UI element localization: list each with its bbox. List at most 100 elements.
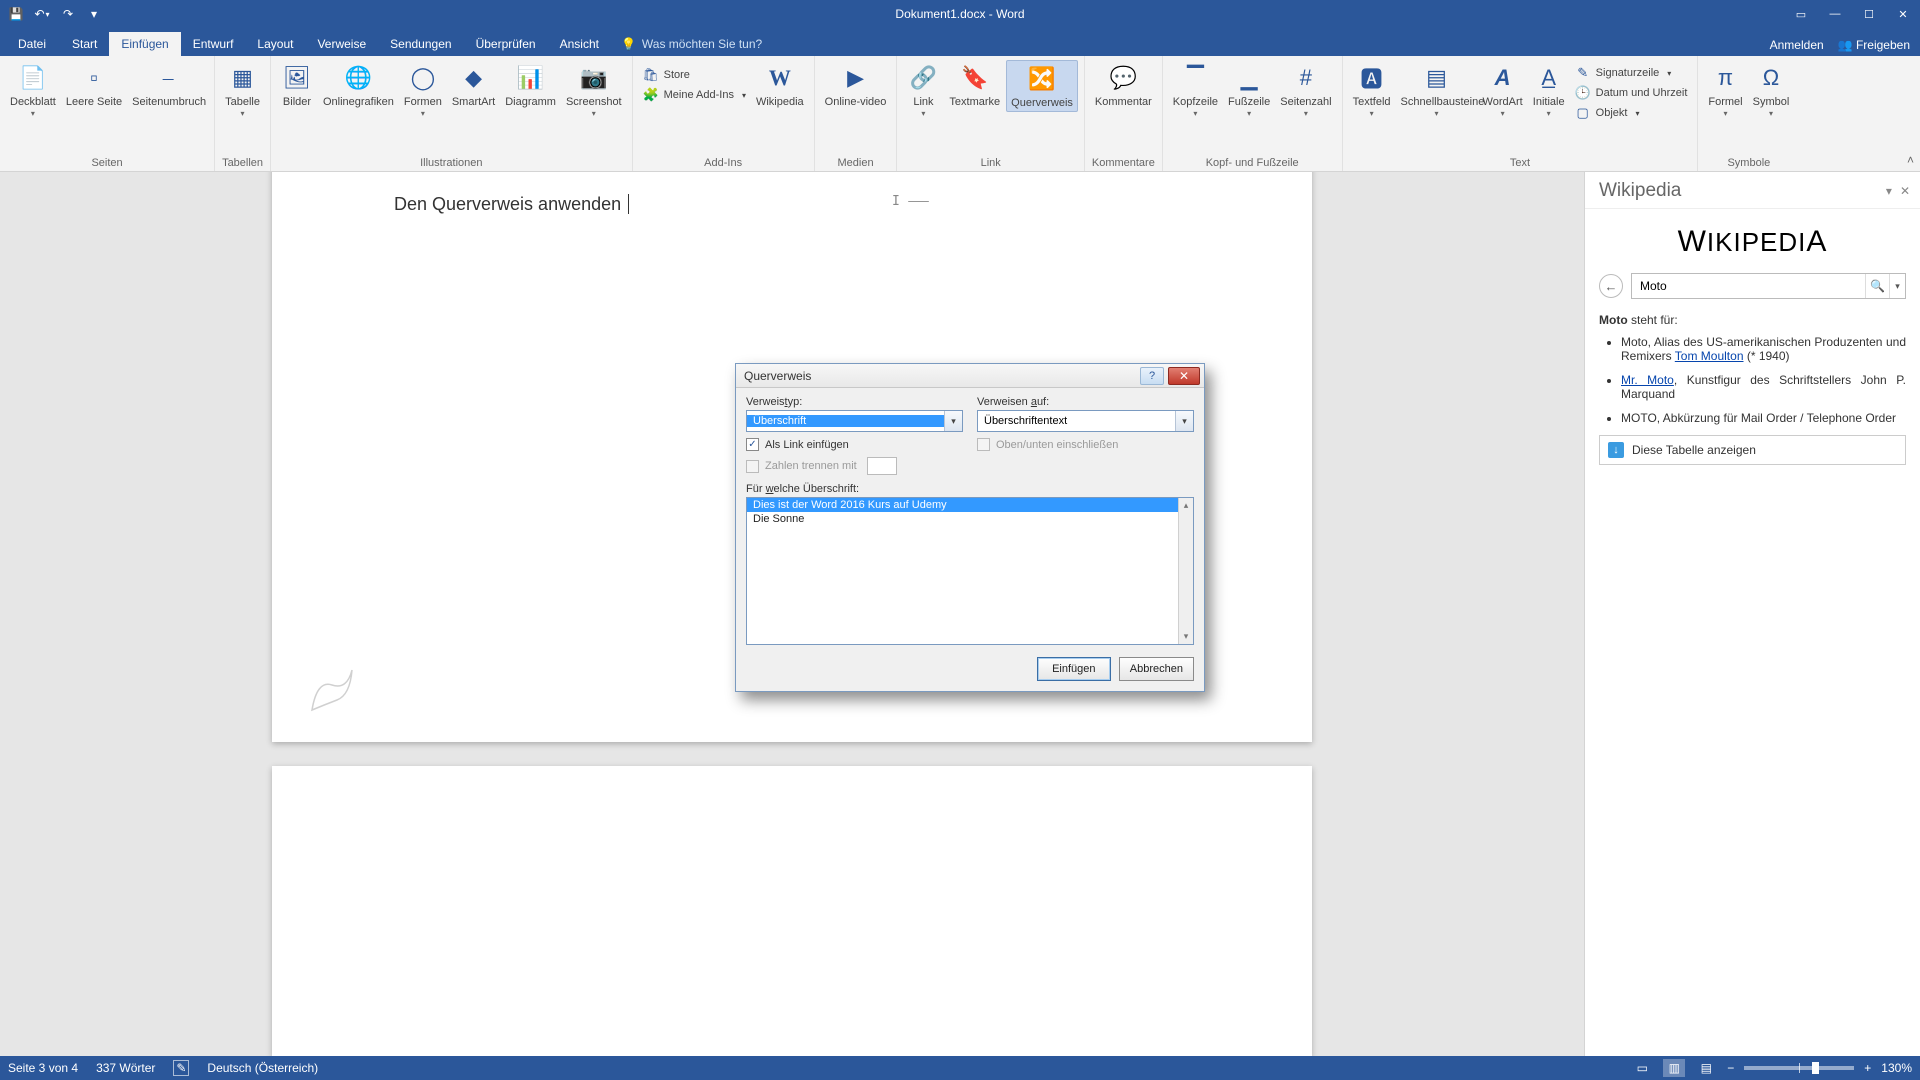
screenshot-button[interactable]: 📷Screenshot▾	[562, 60, 626, 120]
tab-layout[interactable]: Layout	[245, 32, 305, 56]
zoom-level[interactable]: 130%	[1881, 1061, 1912, 1075]
view-read-button[interactable]: ▭	[1631, 1059, 1653, 1077]
status-language[interactable]: Deutsch (Österreich)	[207, 1061, 318, 1075]
list-item[interactable]: Die Sonne	[747, 512, 1178, 526]
onlinegrafiken-button[interactable]: 🌐Onlinegrafiken	[319, 60, 398, 110]
formel-button[interactable]: πFormel▾	[1704, 60, 1746, 120]
sign-in-link[interactable]: Anmelden	[1770, 38, 1824, 52]
wordart-button[interactable]: AWordArt▾	[1479, 60, 1527, 120]
tab-sendungen[interactable]: Sendungen	[378, 32, 463, 56]
abbrechen-button[interactable]: Abbrechen	[1119, 657, 1194, 681]
crossref-icon: 🔀	[1026, 63, 1058, 95]
wiki-back-button[interactable]: ←	[1599, 274, 1623, 298]
schnellbausteine-button[interactable]: ▤Schnellbausteine▾	[1397, 60, 1477, 120]
seitenzahl-button[interactable]: #Seitenzahl▾	[1276, 60, 1335, 120]
wiki-search-input[interactable]	[1632, 274, 1865, 298]
wiki-link[interactable]: Tom Moulton	[1675, 349, 1744, 363]
initiale-button[interactable]: A̲Initiale▾	[1529, 60, 1569, 120]
maximize-button[interactable]: ☐	[1852, 0, 1886, 28]
onlinevideo-button[interactable]: ▶Online-video	[821, 60, 891, 110]
tell-me-box[interactable]: 💡 Was möchten Sie tun?	[621, 37, 762, 56]
zoom-slider[interactable]	[1744, 1066, 1854, 1070]
zoom-out-button[interactable]: −	[1727, 1061, 1734, 1075]
smartart-button[interactable]: ◆SmartArt	[448, 60, 499, 110]
objekt-button[interactable]: ▢Objekt▾	[1571, 104, 1692, 122]
view-print-button[interactable]: ▥	[1663, 1059, 1685, 1077]
bilder-button[interactable]: 🖼Bilder	[277, 60, 317, 110]
signaturzeile-button[interactable]: ✎Signaturzeile▾	[1571, 64, 1692, 82]
tab-entwurf[interactable]: Entwurf	[181, 32, 246, 56]
group-text: 🅰Textfeld▾ ▤Schnellbausteine▾ AWordArt▾ …	[1343, 56, 1699, 171]
ueberschrift-list[interactable]: Dies ist der Word 2016 Kurs auf Udemy Di…	[746, 497, 1194, 645]
textmarke-button[interactable]: 🔖Textmarke	[945, 60, 1004, 110]
minimize-icon: —	[1830, 8, 1841, 20]
kopfzeile-button[interactable]: ▔Kopfzeile▾	[1169, 60, 1222, 120]
ribbon-tab-row: Datei Start Einfügen Entwurf Layout Verw…	[0, 28, 1920, 56]
list-item[interactable]: Dies ist der Word 2016 Kurs auf Udemy	[747, 498, 1178, 512]
dialog-titlebar[interactable]: Querverweis ? ✕	[736, 364, 1204, 388]
tab-ansicht[interactable]: Ansicht	[548, 32, 611, 56]
tab-verweise[interactable]: Verweise	[305, 32, 378, 56]
datum-uhrzeit-button[interactable]: 🕒Datum und Uhrzeit	[1571, 84, 1692, 102]
kommentar-button[interactable]: 💬Kommentar	[1091, 60, 1156, 110]
store-button[interactable]: 🛍Store	[639, 66, 750, 84]
list-scrollbar[interactable]: ▴▾	[1178, 498, 1193, 644]
dialog-close-button[interactable]: ✕	[1168, 367, 1200, 385]
video-icon: ▶	[840, 62, 872, 94]
undo-button[interactable]: ↶▾	[30, 2, 54, 26]
collapse-ribbon-button[interactable]: ˄	[1907, 153, 1914, 167]
wordart-icon: A	[1487, 62, 1519, 94]
verweistyp-value: Überschrift	[747, 415, 944, 427]
save-button[interactable]: 💾	[4, 2, 28, 26]
leere-seite-button[interactable]: ▫Leere Seite	[62, 60, 126, 110]
tab-einfuegen[interactable]: Einfügen	[109, 32, 180, 56]
seitenumbruch-button[interactable]: ⎯Seitenumbruch	[128, 60, 208, 110]
wiki-result-item: Mr. Moto, Kunstfigur des Schriftstellers…	[1621, 373, 1906, 401]
share-button[interactable]: 👥 Freigeben	[1838, 38, 1910, 52]
status-page[interactable]: Seite 3 von 4	[8, 1061, 78, 1075]
tabelle-button[interactable]: ▦Tabelle▾	[221, 60, 264, 120]
wiki-show-table[interactable]: ↓ Diese Tabelle anzeigen	[1599, 435, 1906, 465]
status-words[interactable]: 337 Wörter	[96, 1061, 155, 1075]
qat-customize-button[interactable]: ▾	[82, 2, 106, 26]
wiki-search-button[interactable]: 🔍	[1865, 274, 1889, 298]
meine-addins-button[interactable]: 🧩Meine Add-Ins▾	[639, 86, 750, 104]
symbol-button[interactable]: ΩSymbol▾	[1749, 60, 1794, 120]
textfeld-button[interactable]: 🅰Textfeld▾	[1349, 60, 1395, 120]
group-addins: 🛍Store 🧩Meine Add-Ins▾ WWikipedia Add-In…	[633, 56, 815, 171]
verweistyp-select[interactable]: Überschrift ▾	[746, 410, 963, 432]
wiki-link[interactable]: Mr. Moto	[1621, 373, 1674, 387]
dialog-help-button[interactable]: ?	[1140, 367, 1164, 385]
fusszeile-button[interactable]: ▁Fußzeile▾	[1224, 60, 1274, 120]
scroll-up-icon: ▴	[1184, 500, 1189, 511]
tab-start[interactable]: Start	[60, 32, 109, 56]
wikipedia-button[interactable]: WWikipedia	[752, 60, 808, 110]
tab-ueberpruefen[interactable]: Überprüfen	[464, 32, 548, 56]
help-icon: ?	[1149, 370, 1155, 382]
redo-button[interactable]: ↷	[56, 2, 80, 26]
link-button[interactable]: 🔗Link▾	[903, 60, 943, 120]
zoom-in-button[interactable]: +	[1864, 1061, 1871, 1075]
pane-close-button[interactable]: ✕	[1900, 184, 1910, 198]
document-page[interactable]	[272, 766, 1312, 1056]
page-decoration-icon	[302, 660, 362, 720]
querverweis-button[interactable]: 🔀Querverweis	[1006, 60, 1078, 112]
diagramm-button[interactable]: 📊Diagramm	[501, 60, 560, 110]
view-web-button[interactable]: ▤	[1695, 1059, 1717, 1077]
als-link-checkbox-row[interactable]: ✓ Als Link einfügen	[746, 438, 963, 451]
wiki-search-dropdown[interactable]: ▾	[1889, 274, 1905, 298]
pane-options-button[interactable]: ▾	[1886, 184, 1892, 198]
ribbon-display-options-button[interactable]: ▭	[1784, 0, 1818, 28]
deckblatt-button[interactable]: 📄Deckblatt▾	[6, 60, 60, 120]
close-button[interactable]: ✕	[1886, 0, 1920, 28]
page-break-icon: ⎯	[152, 62, 184, 94]
verweisauf-select[interactable]: Überschriftentext ▾	[977, 410, 1194, 432]
window-title: Dokument1.docx - Word	[895, 7, 1024, 21]
formen-button[interactable]: ◯Formen▾	[400, 60, 446, 120]
einfuegen-button[interactable]: Einfügen	[1037, 657, 1111, 681]
tab-file[interactable]: Datei	[4, 32, 60, 56]
spellcheck-icon[interactable]: ✎	[173, 1060, 189, 1076]
share-icon: 👥	[1838, 38, 1856, 52]
minimize-button[interactable]: —	[1818, 0, 1852, 28]
wiki-result-item: Moto, Alias des US-amerikanischen Produz…	[1621, 335, 1906, 363]
